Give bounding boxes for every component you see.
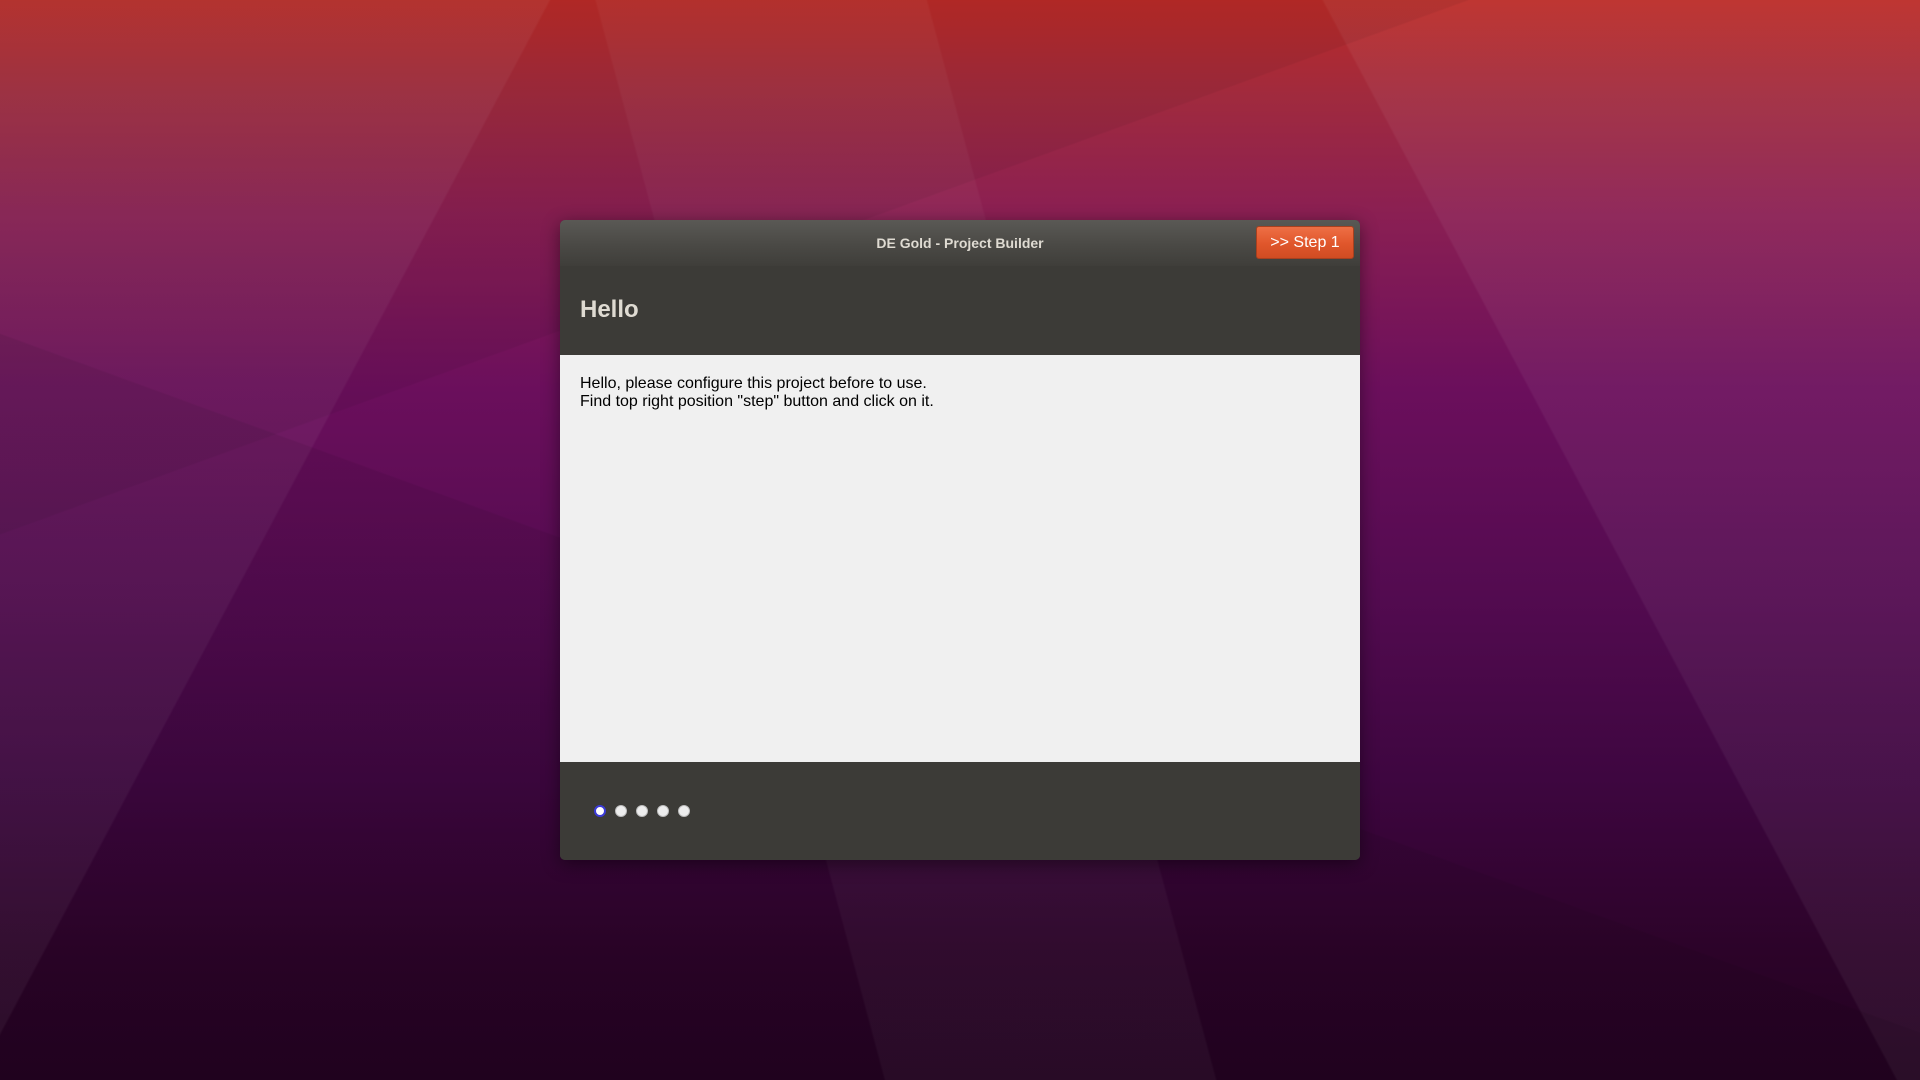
page-title: Hello	[580, 296, 639, 323]
step-dot-1[interactable]	[594, 805, 606, 817]
step-dot-5[interactable]	[678, 805, 690, 817]
step-dot-4[interactable]	[657, 805, 669, 817]
step-1-button[interactable]: >> Step 1	[1256, 226, 1354, 259]
wizard-footer	[560, 762, 1360, 860]
page-header: Hello	[560, 266, 1360, 355]
instruction-line: Hello, please configure this project bef…	[580, 375, 927, 392]
step-indicator	[594, 805, 690, 817]
project-builder-window: DE Gold - Project Builder >> Step 1 Hell…	[560, 220, 1360, 860]
instruction-line: Find top right position "step" button an…	[580, 393, 934, 410]
step-dot-2[interactable]	[615, 805, 627, 817]
step-dot-3[interactable]	[636, 805, 648, 817]
window-title: DE Gold - Project Builder	[876, 235, 1044, 251]
window-titlebar[interactable]: DE Gold - Project Builder >> Step 1	[560, 220, 1360, 266]
content-panel: Hello, please configure this project bef…	[560, 355, 1360, 762]
